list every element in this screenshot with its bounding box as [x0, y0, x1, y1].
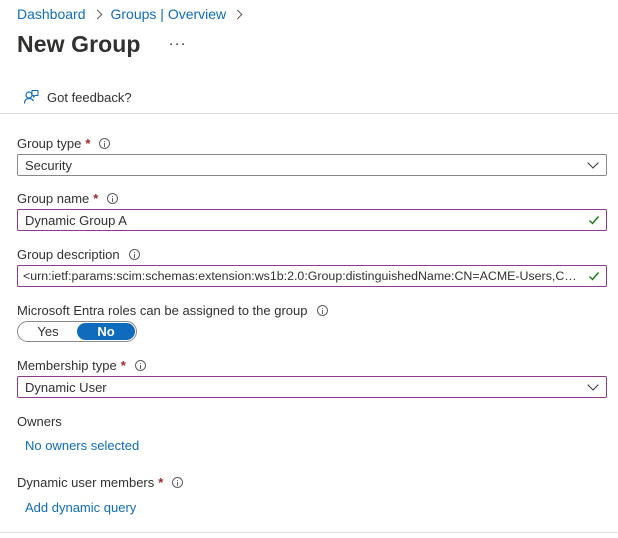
- group-description-value: <urn:ietf:params:scim:schemas:extension:…: [23, 269, 582, 283]
- group-name-value: Dynamic Group A: [25, 212, 127, 228]
- chevron-down-icon: [587, 157, 599, 169]
- more-options-button[interactable]: ···: [165, 35, 191, 53]
- info-icon[interactable]: [128, 248, 140, 260]
- group-type-dropdown[interactable]: Security: [17, 154, 607, 176]
- owners-label-row: Owners: [17, 413, 62, 429]
- info-icon[interactable]: [316, 304, 328, 316]
- checkmark-icon: [582, 270, 606, 282]
- group-type-label-row: Group type *: [17, 135, 111, 151]
- info-icon[interactable]: [99, 137, 111, 149]
- no-owners-selected-link[interactable]: No owners selected: [25, 438, 139, 453]
- checkmark-icon: [582, 214, 606, 226]
- page-title: New Group: [17, 30, 141, 57]
- divider: [0, 532, 618, 533]
- entra-roles-label-row: Microsoft Entra roles can be assigned to…: [17, 302, 328, 318]
- group-type-value: Security: [25, 157, 72, 173]
- breadcrumb-groups-overview[interactable]: Groups | Overview: [111, 6, 227, 22]
- toggle-option-yes[interactable]: Yes: [19, 323, 77, 340]
- group-type-label: Group type: [17, 135, 82, 151]
- add-dynamic-query-link[interactable]: Add dynamic query: [25, 500, 136, 515]
- command-bar: Got feedback?: [0, 80, 618, 114]
- required-marker: *: [158, 474, 164, 490]
- feedback-person-icon: [23, 89, 39, 104]
- info-icon[interactable]: [107, 192, 119, 204]
- membership-type-dropdown[interactable]: Dynamic User: [17, 376, 607, 398]
- feedback-button[interactable]: Got feedback?: [23, 89, 132, 105]
- info-icon[interactable]: [172, 476, 184, 488]
- group-name-label-row: Group name *: [17, 190, 119, 206]
- dynamic-members-label: Dynamic user members: [17, 474, 155, 490]
- group-name-label: Group name: [17, 190, 90, 206]
- breadcrumb-dashboard[interactable]: Dashboard: [17, 6, 86, 22]
- owners-label: Owners: [17, 413, 62, 429]
- required-marker: *: [93, 190, 99, 206]
- dynamic-members-label-row: Dynamic user members *: [17, 474, 184, 490]
- chevron-right-icon: [232, 9, 243, 19]
- group-description-input[interactable]: <urn:ietf:params:scim:schemas:extension:…: [17, 265, 607, 287]
- membership-type-label: Membership type: [17, 357, 117, 373]
- breadcrumb: Dashboard Groups | Overview: [17, 5, 251, 23]
- group-description-label: Group description: [17, 246, 120, 262]
- toggle-option-no[interactable]: No: [77, 323, 135, 340]
- chevron-down-icon: [587, 379, 599, 391]
- entra-roles-label: Microsoft Entra roles can be assigned to…: [17, 302, 308, 318]
- required-marker: *: [120, 357, 126, 373]
- entra-roles-toggle: Yes No: [17, 321, 137, 342]
- membership-type-label-row: Membership type *: [17, 357, 146, 373]
- info-icon[interactable]: [134, 359, 146, 371]
- membership-type-value: Dynamic User: [25, 379, 107, 395]
- group-description-label-row: Group description: [17, 246, 140, 262]
- chevron-right-icon: [92, 9, 102, 19]
- title-row: New Group ···: [17, 30, 191, 58]
- required-marker: *: [85, 135, 91, 151]
- feedback-label: Got feedback?: [47, 89, 132, 105]
- group-name-input[interactable]: Dynamic Group A: [17, 209, 607, 231]
